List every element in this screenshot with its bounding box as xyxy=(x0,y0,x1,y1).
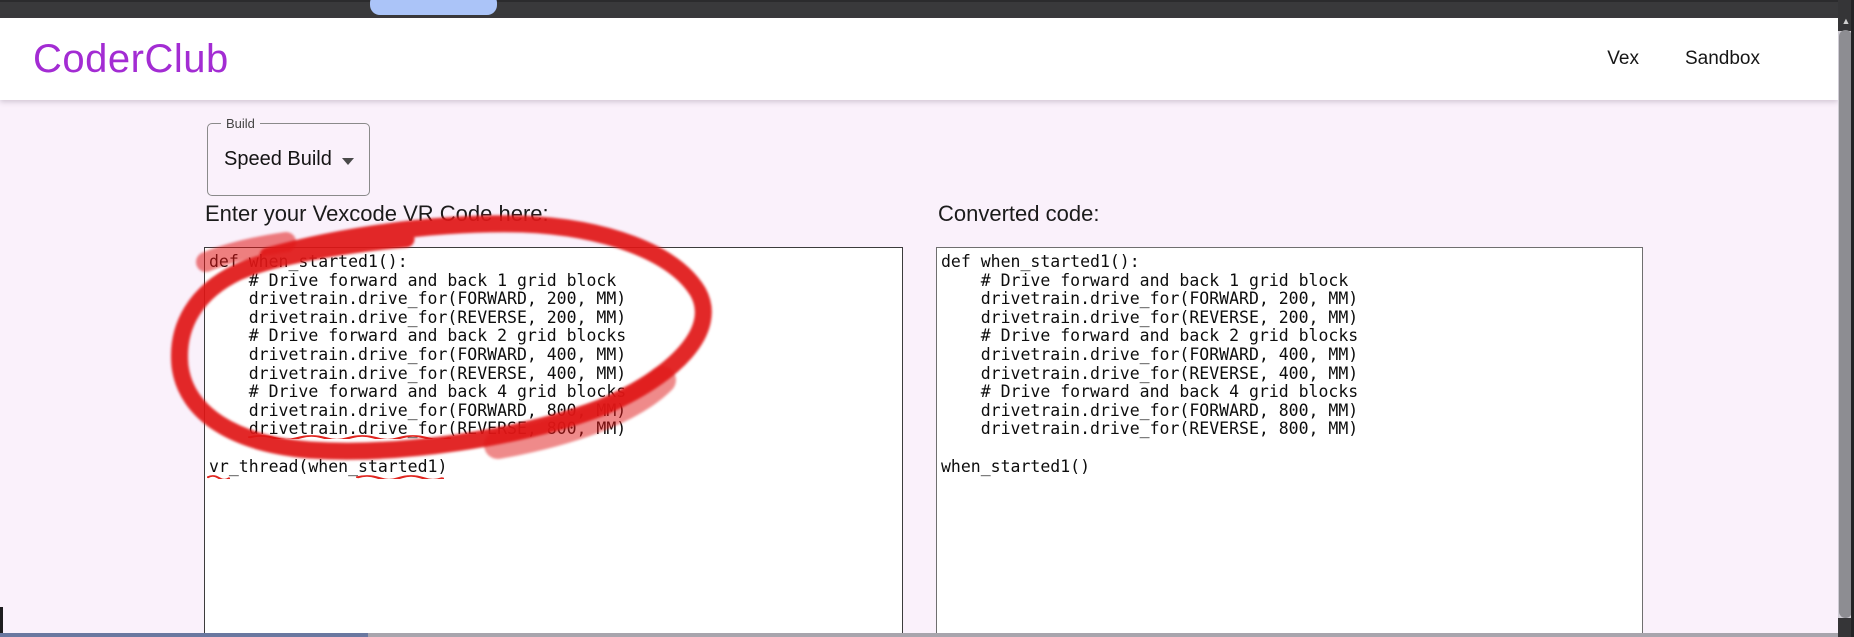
build-select[interactable]: Build Speed Build xyxy=(207,123,370,196)
build-select-label: Build xyxy=(221,116,260,131)
browser-topbar xyxy=(0,0,1854,18)
converted-code-box: def when_started1(): # Drive forward and… xyxy=(936,247,1643,637)
screen-edge-artifact xyxy=(0,607,3,633)
brand-title: CoderClub xyxy=(0,37,229,82)
nav-link-vex[interactable]: Vex xyxy=(1607,48,1639,70)
left-panel-heading: Enter your Vexcode VR Code here: xyxy=(205,201,549,227)
horizontal-scrollbar-thumb[interactable] xyxy=(0,633,368,637)
vexcode-input-textarea[interactable]: def when_started1(): # Drive forward and… xyxy=(204,247,903,637)
browser-tab-remnant[interactable] xyxy=(370,0,497,15)
header-nav: Vex Sandbox xyxy=(1607,48,1838,70)
right-panel-heading: Converted code: xyxy=(938,201,1099,227)
build-select-value[interactable]: Speed Build xyxy=(224,148,332,171)
vexcode-input-text[interactable]: def when_started1(): # Drive forward and… xyxy=(205,248,902,476)
vertical-scrollbar[interactable]: ▲ xyxy=(1838,0,1854,637)
app-header: CoderClub Vex Sandbox xyxy=(0,18,1838,100)
app-window: CoderClub Vex Sandbox Build Speed Build … xyxy=(0,0,1854,637)
converted-code-text: def when_started1(): # Drive forward and… xyxy=(937,248,1642,476)
nav-link-sandbox[interactable]: Sandbox xyxy=(1685,48,1760,70)
horizontal-scrollbar[interactable] xyxy=(0,633,1838,637)
dropdown-arrow-icon[interactable] xyxy=(342,158,354,165)
